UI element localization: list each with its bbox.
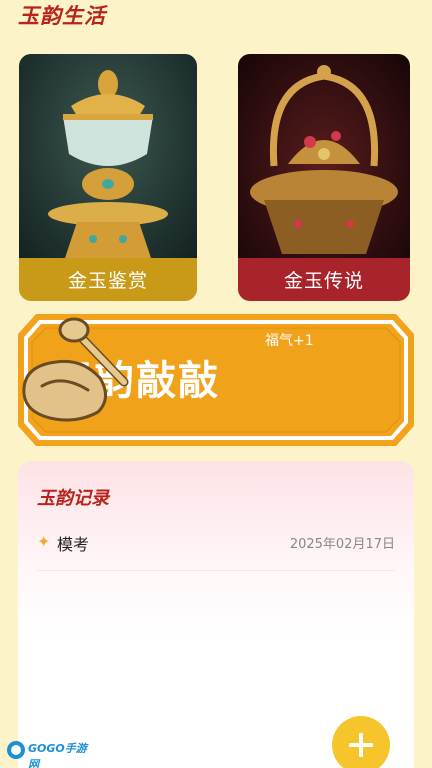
records-title: 玉韵记录 — [37, 488, 109, 509]
card-label: 金玉鉴赏 — [19, 258, 197, 301]
knock-banner[interactable]: 玉韵敲敲 福气+1 — [16, 312, 416, 448]
card-legends[interactable]: 金玉传说 — [238, 54, 410, 301]
record-name: 模考 — [57, 535, 90, 554]
record-item[interactable]: ✦ 模考 2025年02月17日 — [37, 519, 395, 571]
plus-icon — [349, 733, 373, 757]
watermark-logo-icon — [7, 741, 25, 759]
card-image-ornament — [238, 54, 410, 258]
add-record-button[interactable] — [332, 716, 390, 768]
card-image-goblet — [19, 54, 197, 258]
watermark-text: GOGO手游网 — [28, 742, 87, 768]
blessing-counter: 福气+1 — [265, 333, 314, 349]
record-date: 2025年02月17日 — [289, 537, 395, 552]
card-label: 金玉传说 — [238, 258, 410, 301]
card-appreciation[interactable]: 金玉鉴赏 — [19, 54, 197, 301]
app-title: 玉韵生活 — [18, 4, 106, 28]
wooden-fish-icon[interactable] — [16, 312, 136, 422]
watermark: GOGO手游网 — [6, 738, 96, 768]
sparkle-icon: ✦ — [37, 532, 51, 551]
